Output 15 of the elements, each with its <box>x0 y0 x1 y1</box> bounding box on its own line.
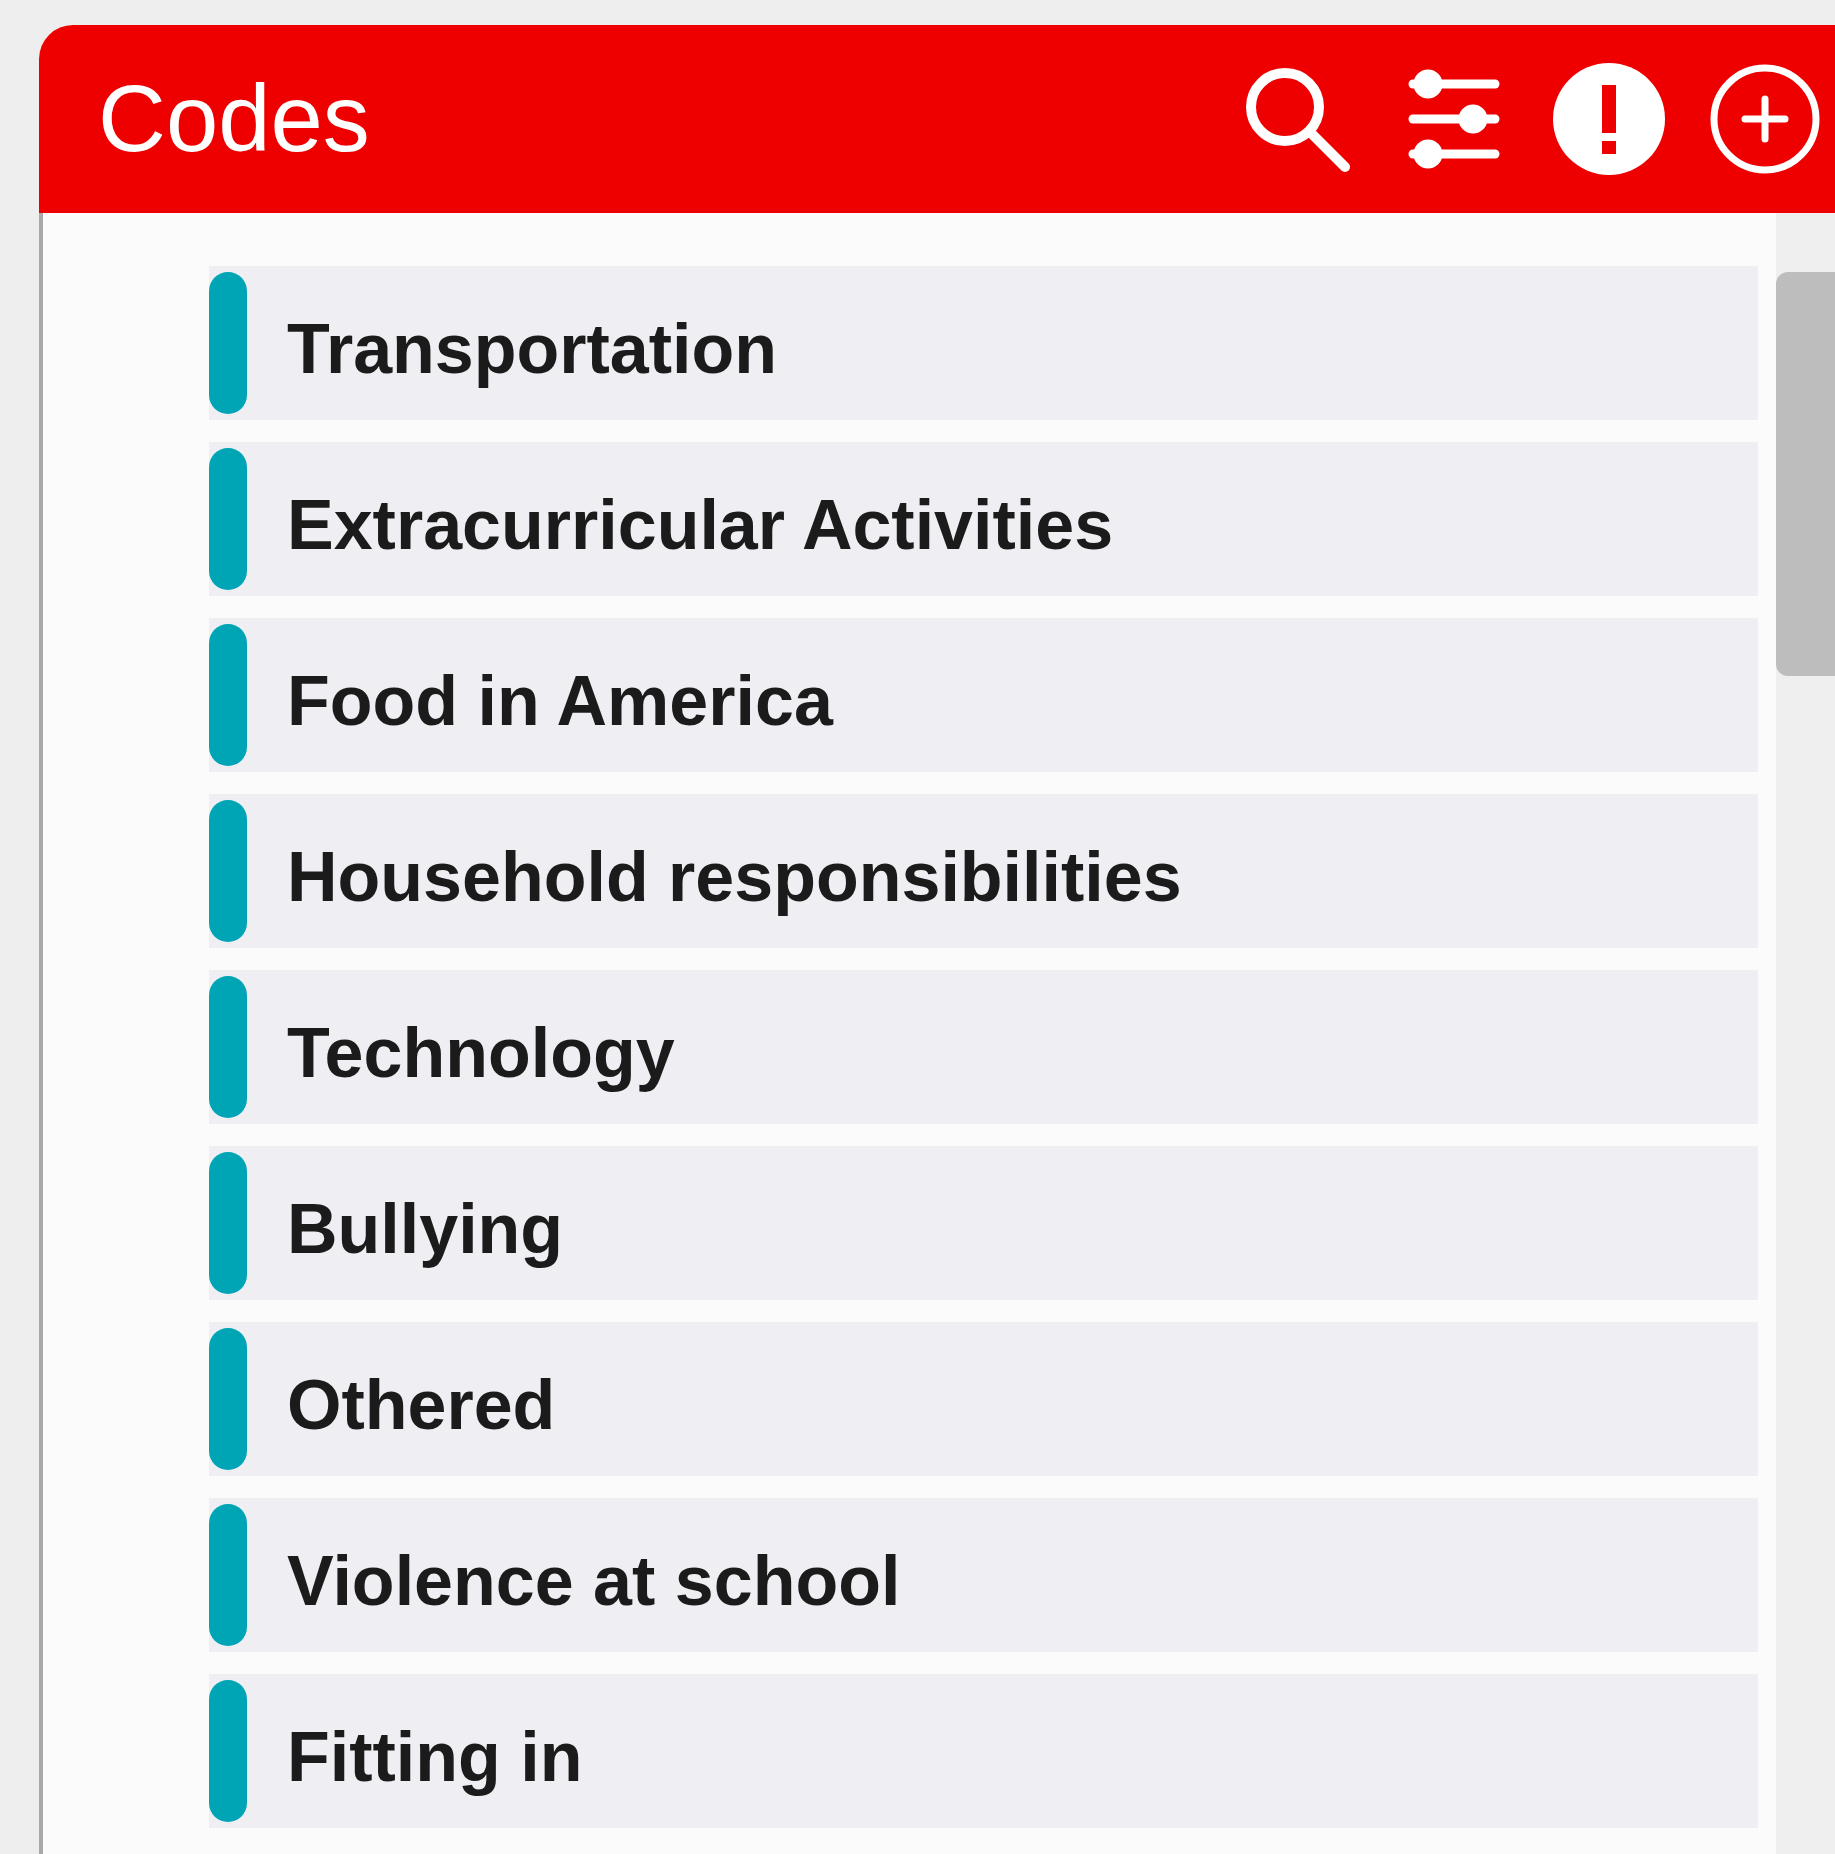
code-item[interactable]: Bullying <box>209 1146 1758 1300</box>
code-item[interactable]: Food in America <box>209 618 1758 772</box>
code-item[interactable]: Violence at school <box>209 1498 1758 1652</box>
code-item[interactable]: Othered <box>209 1322 1758 1476</box>
panel-title: Codes <box>98 65 371 173</box>
plus-circle-icon <box>1709 63 1821 175</box>
code-item[interactable]: Technology <box>209 970 1758 1124</box>
code-item[interactable]: Extracurricular Activities <box>209 442 1758 596</box>
code-item[interactable]: Transportation <box>209 266 1758 420</box>
scrollbar-thumb[interactable] <box>1776 272 1835 676</box>
alert-button[interactable] <box>1553 63 1665 175</box>
exclamation-icon <box>1553 63 1665 175</box>
code-item[interactable]: Household responsibilities <box>209 794 1758 948</box>
code-item[interactable]: Fitting in <box>209 1674 1758 1828</box>
add-button[interactable] <box>1709 63 1821 175</box>
